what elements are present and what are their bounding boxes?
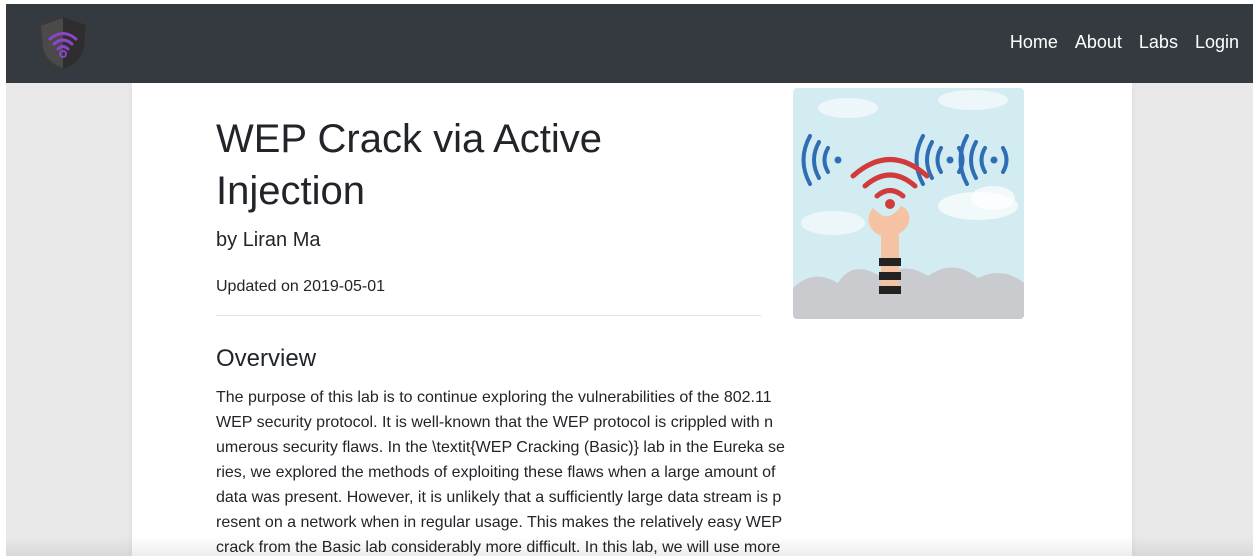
nav-home-link[interactable]: Home	[1010, 32, 1058, 53]
nav-menu: Home About Labs Login	[1010, 32, 1239, 53]
overview-line: resent on a network when in regular usag…	[216, 514, 783, 531]
browser-viewport: Home About Labs Login WEP Crack via Acti…	[6, 4, 1253, 556]
lab-card: WEP Crack via Active Injection by Liran …	[132, 83, 1132, 556]
overview-line: crack from the Basic lab considerably mo…	[216, 539, 781, 556]
overview-line: WEP security protocol. It is well-known …	[216, 414, 773, 431]
wifi-hand-illustration-icon	[793, 88, 1024, 319]
wifi-shield-logo-icon[interactable]	[36, 15, 90, 71]
updated-date: Updated on 2019-05-01	[216, 278, 386, 295]
nav-labs-link[interactable]: Labs	[1139, 32, 1178, 53]
top-navbar: Home About Labs Login	[6, 4, 1253, 83]
overview-line: data was present. However, it is unlikel…	[216, 489, 782, 506]
header-divider	[216, 315, 761, 316]
author-link[interactable]: Liran Ma	[243, 229, 321, 251]
overview-line: ries, we explored the methods of exploit…	[216, 464, 776, 481]
overview-line: The purpose of this lab is to continue e…	[216, 389, 772, 406]
lab-image	[793, 88, 1024, 319]
nav-about-link[interactable]: About	[1075, 32, 1122, 53]
overview-line: umerous security flaws. In the \textit{W…	[216, 439, 785, 456]
page-title: WEP Crack via Active Injection	[216, 117, 603, 213]
overview-heading: Overview	[216, 345, 317, 372]
author-byline: by Liran Ma	[216, 229, 321, 252]
nav-login-link[interactable]: Login	[1195, 32, 1239, 53]
byline-prefix: by	[216, 229, 238, 251]
overview-paragraph: The purpose of this lab is to continue e…	[216, 385, 828, 556]
